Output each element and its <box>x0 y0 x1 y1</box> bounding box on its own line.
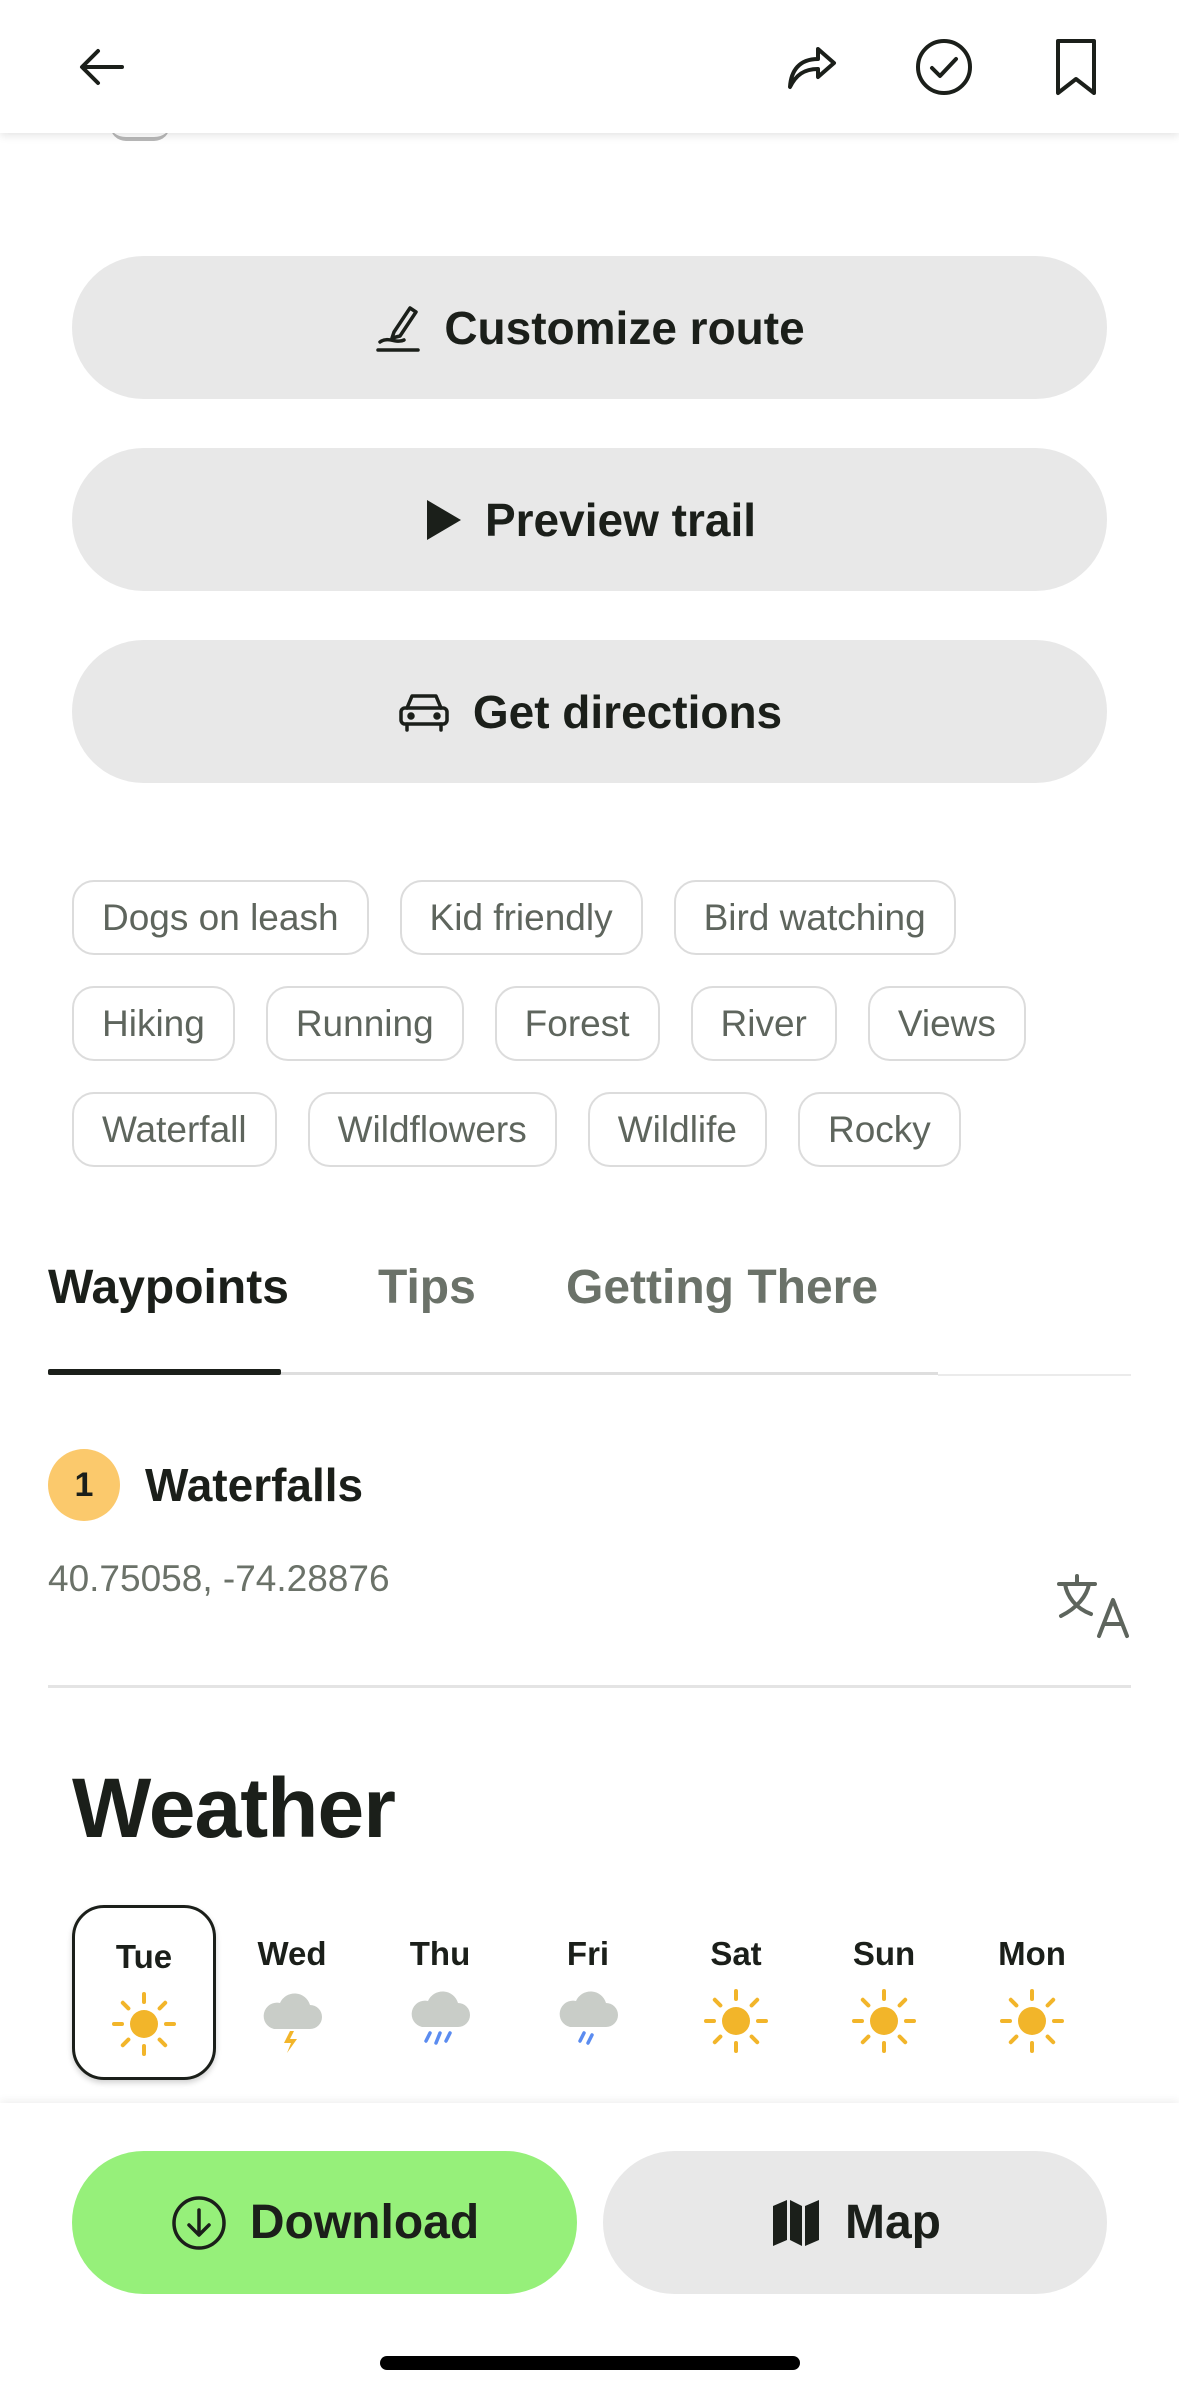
weather-day-name: Mon <box>998 1935 1066 1972</box>
download-circle-icon <box>172 2195 226 2250</box>
translate-button[interactable] <box>1055 1572 1135 1642</box>
light-rain-icon <box>559 1991 618 2045</box>
top-app-bar <box>0 0 1179 133</box>
weather-day[interactable]: Sat <box>664 1905 808 2080</box>
tag-chip[interactable]: Hiking <box>72 986 235 1061</box>
weather-day-name: Sat <box>710 1935 762 1972</box>
translate-icon <box>1057 1574 1129 1638</box>
weather-day[interactable]: Mon <box>960 1905 1104 2080</box>
bookmark-icon <box>1056 39 1096 95</box>
tag-chip[interactable]: Waterfall <box>72 1092 277 1167</box>
thunderstorm-icon <box>263 1993 322 2053</box>
waypoint-title[interactable]: Waterfalls <box>145 1458 363 1512</box>
detail-tabs: Waypoints Tips Getting There <box>48 1230 1131 1376</box>
weather-forecast: Tue Wed Thu Fri Sat Sun Mon <box>72 1905 1112 2080</box>
section-divider <box>48 1685 1131 1688</box>
get-directions-label: Get directions <box>472 685 783 738</box>
weather-day-name: Thu <box>409 1935 471 1972</box>
tab-getting-there[interactable]: Getting There <box>566 1260 878 1315</box>
weather-day[interactable]: Tue <box>72 1905 216 2080</box>
weather-day[interactable]: Sun <box>812 1905 956 2080</box>
bottom-action-bar: Download Map <box>0 2103 1179 2396</box>
download-button[interactable]: Download <box>72 2151 577 2294</box>
map-icon <box>773 2199 819 2246</box>
tag-chip[interactable]: Rocky <box>798 1092 961 1167</box>
tag-chip[interactable]: Wildlife <box>587 1092 767 1167</box>
weather-day[interactable]: Fri <box>516 1905 660 2080</box>
weather-day[interactable]: Wed <box>220 1905 364 2080</box>
weather-heading: Weather <box>72 1761 396 1855</box>
tab-waypoints[interactable]: Waypoints <box>48 1260 289 1315</box>
home-indicator <box>380 2356 800 2370</box>
share-arrow-icon <box>788 47 836 89</box>
download-label: Download <box>249 2196 480 2249</box>
route-pen-icon <box>376 305 421 352</box>
mark-completed-button[interactable] <box>912 35 976 99</box>
heavy-rain-icon <box>411 1991 470 2045</box>
map-button[interactable]: Map <box>603 2151 1107 2294</box>
car-icon <box>399 693 449 732</box>
customize-route-button[interactable]: Customize route <box>72 256 1107 399</box>
weather-day-name: Wed <box>257 1935 327 1972</box>
waypoint-coordinates: 40.75058, -74.28876 <box>48 1558 390 1599</box>
get-directions-button[interactable]: Get directions <box>72 640 1107 783</box>
tag-row: Dogs on leash Kid friendly Bird watching <box>72 880 1112 955</box>
sun-icon <box>704 1989 768 2053</box>
map-label: Map <box>845 2196 941 2249</box>
sun-icon <box>1000 1989 1064 2053</box>
tag-row: Waterfall Wildflowers Wildlife Rocky <box>72 1092 1112 1167</box>
weather-day-name: Tue <box>115 1938 173 1975</box>
preview-trail-button[interactable]: Preview trail <box>72 448 1107 591</box>
tag-chip[interactable]: River <box>690 986 837 1061</box>
waypoint-number-badge: 1 <box>48 1449 120 1521</box>
tag-chip[interactable]: Views <box>867 986 1026 1061</box>
tag-chip[interactable]: Dogs on leash <box>72 880 369 955</box>
bookmark-button[interactable] <box>1044 35 1108 99</box>
share-button[interactable] <box>780 35 844 99</box>
weather-day-name: Sun <box>852 1935 916 1972</box>
weather-day[interactable]: Thu <box>368 1905 512 2080</box>
check-circle-icon <box>916 39 972 95</box>
trail-tags: Dogs on leash Kid friendly Bird watching… <box>72 880 1112 1198</box>
tag-chip[interactable]: Forest <box>494 986 660 1061</box>
weather-day-name: Fri <box>566 1935 610 1972</box>
play-icon <box>426 499 461 540</box>
arrow-left-icon <box>80 49 124 85</box>
back-button[interactable] <box>70 35 134 99</box>
customize-route-label: Customize route <box>444 301 805 354</box>
sun-icon <box>112 1992 176 2056</box>
tag-chip[interactable]: Bird watching <box>673 880 956 955</box>
tag-chip[interactable]: Wildflowers <box>307 1092 557 1167</box>
tag-chip[interactable]: Kid friendly <box>399 880 643 955</box>
active-tab-indicator <box>48 1369 281 1375</box>
tab-tips[interactable]: Tips <box>378 1260 476 1315</box>
tag-row: Hiking Running Forest River Views <box>72 986 1112 1061</box>
preview-trail-label: Preview trail <box>484 493 757 546</box>
sun-icon <box>852 1989 916 2053</box>
tab-track-end <box>938 1374 1131 1376</box>
tag-chip[interactable]: Running <box>265 986 464 1061</box>
